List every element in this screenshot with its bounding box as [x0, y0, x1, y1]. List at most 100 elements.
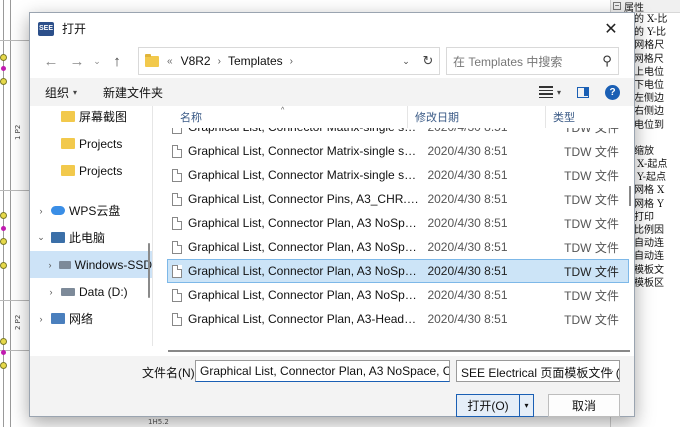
search-input[interactable]: 在 Templates 中搜索 ⚲	[446, 47, 619, 75]
chevron-right-icon[interactable]: ›	[45, 260, 55, 270]
breadcrumb-overflow-icon[interactable]: «	[167, 56, 173, 67]
schematic-wire	[0, 190, 30, 191]
file-list-scrollbar[interactable]	[626, 106, 634, 346]
breadcrumb-separator-icon[interactable]: ›	[290, 56, 293, 67]
folder-icon	[145, 53, 159, 67]
file-icon	[172, 168, 182, 182]
schematic-node	[0, 338, 7, 345]
navigation-pane: 屏幕截图 Projects Projects › WPS云盘 ⌄ 此电脑 › Windows-S…	[30, 106, 153, 346]
file-row[interactable]: Graphical List, Connector Matrix-single …	[167, 163, 629, 187]
breadcrumb-separator-icon[interactable]: ›	[218, 56, 221, 67]
forward-arrow-icon[interactable]: →	[64, 48, 90, 74]
scrollbar-thumb[interactable]	[148, 243, 150, 298]
file-date: 2020/4/30 8:51	[427, 168, 508, 182]
file-type: TDW 文件	[564, 144, 619, 159]
open-file-dialog: SEE 打开 ✕ ← → ⌄ ↑ « V8R2 › Templates › ⌄ …	[29, 12, 635, 417]
column-name-label: 名称	[180, 112, 202, 124]
search-placeholder: 在 Templates 中搜索	[453, 54, 563, 69]
search-icon[interactable]: ⚲	[596, 53, 618, 69]
file-row[interactable]: Graphical List, Connector Plan, A3 NoSpa…	[167, 235, 629, 259]
file-type: TDW 文件	[564, 288, 619, 303]
filename-label: 文件名(N):	[142, 366, 198, 380]
file-row[interactable]: Graphical List, Connector Plan, A3-Heade…	[167, 307, 629, 331]
refresh-icon[interactable]: ↻	[417, 48, 439, 74]
schematic-wire	[10, 0, 11, 427]
file-type: TDW 文件	[564, 240, 619, 255]
file-date: 2020/4/30 8:51	[427, 288, 508, 302]
dialog-titlebar[interactable]: SEE 打开 ✕	[30, 13, 634, 44]
filetype-select[interactable]: SEE Electrical 页面模板文件 (*.1 ⌄	[456, 360, 620, 382]
scrollbar-thumb[interactable]	[629, 186, 631, 206]
file-row[interactable]: Graphical List, Connector Matrix-single …	[167, 139, 629, 163]
horizontal-scrollbar[interactable]	[30, 346, 634, 356]
open-button[interactable]: 打开(O)	[456, 394, 520, 417]
recent-locations-chevron-icon[interactable]: ⌄	[90, 48, 104, 74]
schematic-node	[0, 362, 7, 369]
file-icon	[172, 192, 182, 206]
file-row[interactable]: Graphical List, Connector Pins, A3_CHR.t…	[167, 187, 629, 211]
drive-icon	[61, 287, 75, 296]
schematic-wire	[0, 300, 30, 301]
chevron-right-icon[interactable]: ›	[35, 206, 47, 216]
schematic-label: 2 P2	[14, 314, 22, 330]
sidebar-item-label: Data (D:)	[79, 284, 128, 299]
cancel-button[interactable]: 取消	[548, 394, 620, 417]
sidebar-item-7[interactable]: › 网络	[30, 305, 152, 332]
up-arrow-icon[interactable]: ↑	[104, 48, 130, 74]
filename-field[interactable]: Graphical List, Connector Plan, A3 NoSpa…	[195, 360, 450, 382]
chevron-down-icon[interactable]: ⌄	[35, 232, 47, 243]
sidebar-item-5[interactable]: › Windows-SSD	[30, 251, 152, 278]
sidebar-item-4[interactable]: ⌄ 此电脑	[30, 224, 152, 251]
column-header-type[interactable]: 类型	[546, 106, 575, 128]
schematic-junction	[1, 226, 6, 231]
chevron-right-icon[interactable]: ›	[35, 314, 47, 324]
network-icon	[51, 313, 65, 324]
open-options-dropdown-icon[interactable]: ▾	[519, 394, 534, 417]
file-row[interactable]: Graphical List, Connector Plan, A3 NoSpa…	[167, 283, 629, 307]
schematic-label: 1 P2	[14, 124, 22, 140]
chevron-right-icon[interactable]: ›	[45, 287, 57, 297]
dialog-content: 屏幕截图 Projects Projects › WPS云盘 ⌄ 此电脑 › Windows-S…	[30, 106, 634, 346]
file-date: 2020/4/30 8:51	[427, 144, 508, 158]
sidebar-item-label: Windows-SSD	[74, 257, 152, 272]
file-type: TDW 文件	[564, 216, 619, 231]
folder-icon	[61, 165, 75, 176]
organize-button[interactable]: 组织 ▾	[45, 84, 77, 101]
sidebar-item-label: 此电脑	[69, 231, 106, 245]
scrollbar-thumb[interactable]	[168, 350, 630, 352]
close-button[interactable]: ✕	[588, 13, 634, 44]
address-bar[interactable]: « V8R2 › Templates › ⌄ ↻	[138, 47, 440, 75]
column-header-name[interactable]: ^ 名称	[153, 106, 408, 128]
preview-pane-icon[interactable]	[577, 86, 589, 98]
file-row[interactable]: Graphical List, Connector Plan, A3 NoSpa…	[167, 259, 629, 283]
back-arrow-icon[interactable]: ←	[38, 48, 64, 74]
column-header-row: ^ 名称 修改日期 类型	[153, 106, 634, 128]
drive-icon	[58, 260, 71, 269]
schematic-node	[0, 262, 7, 269]
navigation-scrollbar[interactable]	[147, 106, 151, 346]
view-options-button[interactable]: ▾	[538, 86, 561, 98]
help-icon[interactable]: ?	[605, 84, 620, 100]
schematic-node	[0, 212, 7, 219]
navigation-tree: 屏幕截图 Projects Projects › WPS云盘 ⌄ 此电脑 › Windows-S…	[30, 103, 152, 332]
sidebar-item-3[interactable]: › WPS云盘	[30, 197, 152, 224]
navigation-bar: ← → ⌄ ↑ « V8R2 › Templates › ⌄ ↻ 在 Templ…	[30, 44, 634, 78]
file-name: Graphical List, Connector Pins, A3_CHR.t…	[187, 192, 422, 206]
file-icon	[172, 240, 182, 254]
file-name: Graphical List, Connector Plan, A3 NoSpa…	[187, 216, 422, 230]
file-name: Graphical List, Connector Plan, A3 NoSpa…	[187, 264, 422, 278]
file-row[interactable]: Graphical List, Connector Plan, A3 NoSpa…	[167, 211, 629, 235]
breadcrumb-item-templates[interactable]: Templates	[228, 54, 283, 68]
sidebar-item-6[interactable]: › Data (D:)	[30, 278, 152, 305]
column-header-date[interactable]: 修改日期	[408, 106, 546, 128]
chevron-down-icon: ▾	[556, 87, 561, 97]
file-name: Graphical List, Connector Matrix-single …	[187, 144, 422, 158]
sidebar-item-1[interactable]: Projects	[30, 130, 152, 157]
sidebar-item-0[interactable]: 屏幕截图	[30, 103, 152, 130]
sidebar-item-2[interactable]: Projects	[30, 157, 152, 184]
breadcrumb-item-v8r2[interactable]: V8R2	[181, 54, 211, 68]
new-folder-button[interactable]: 新建文件夹	[103, 84, 163, 101]
address-dropdown-icon[interactable]: ⌄	[395, 48, 417, 74]
collapse-icon[interactable]: −	[613, 2, 621, 10]
file-date: 2020/4/30 8:51	[427, 192, 508, 206]
